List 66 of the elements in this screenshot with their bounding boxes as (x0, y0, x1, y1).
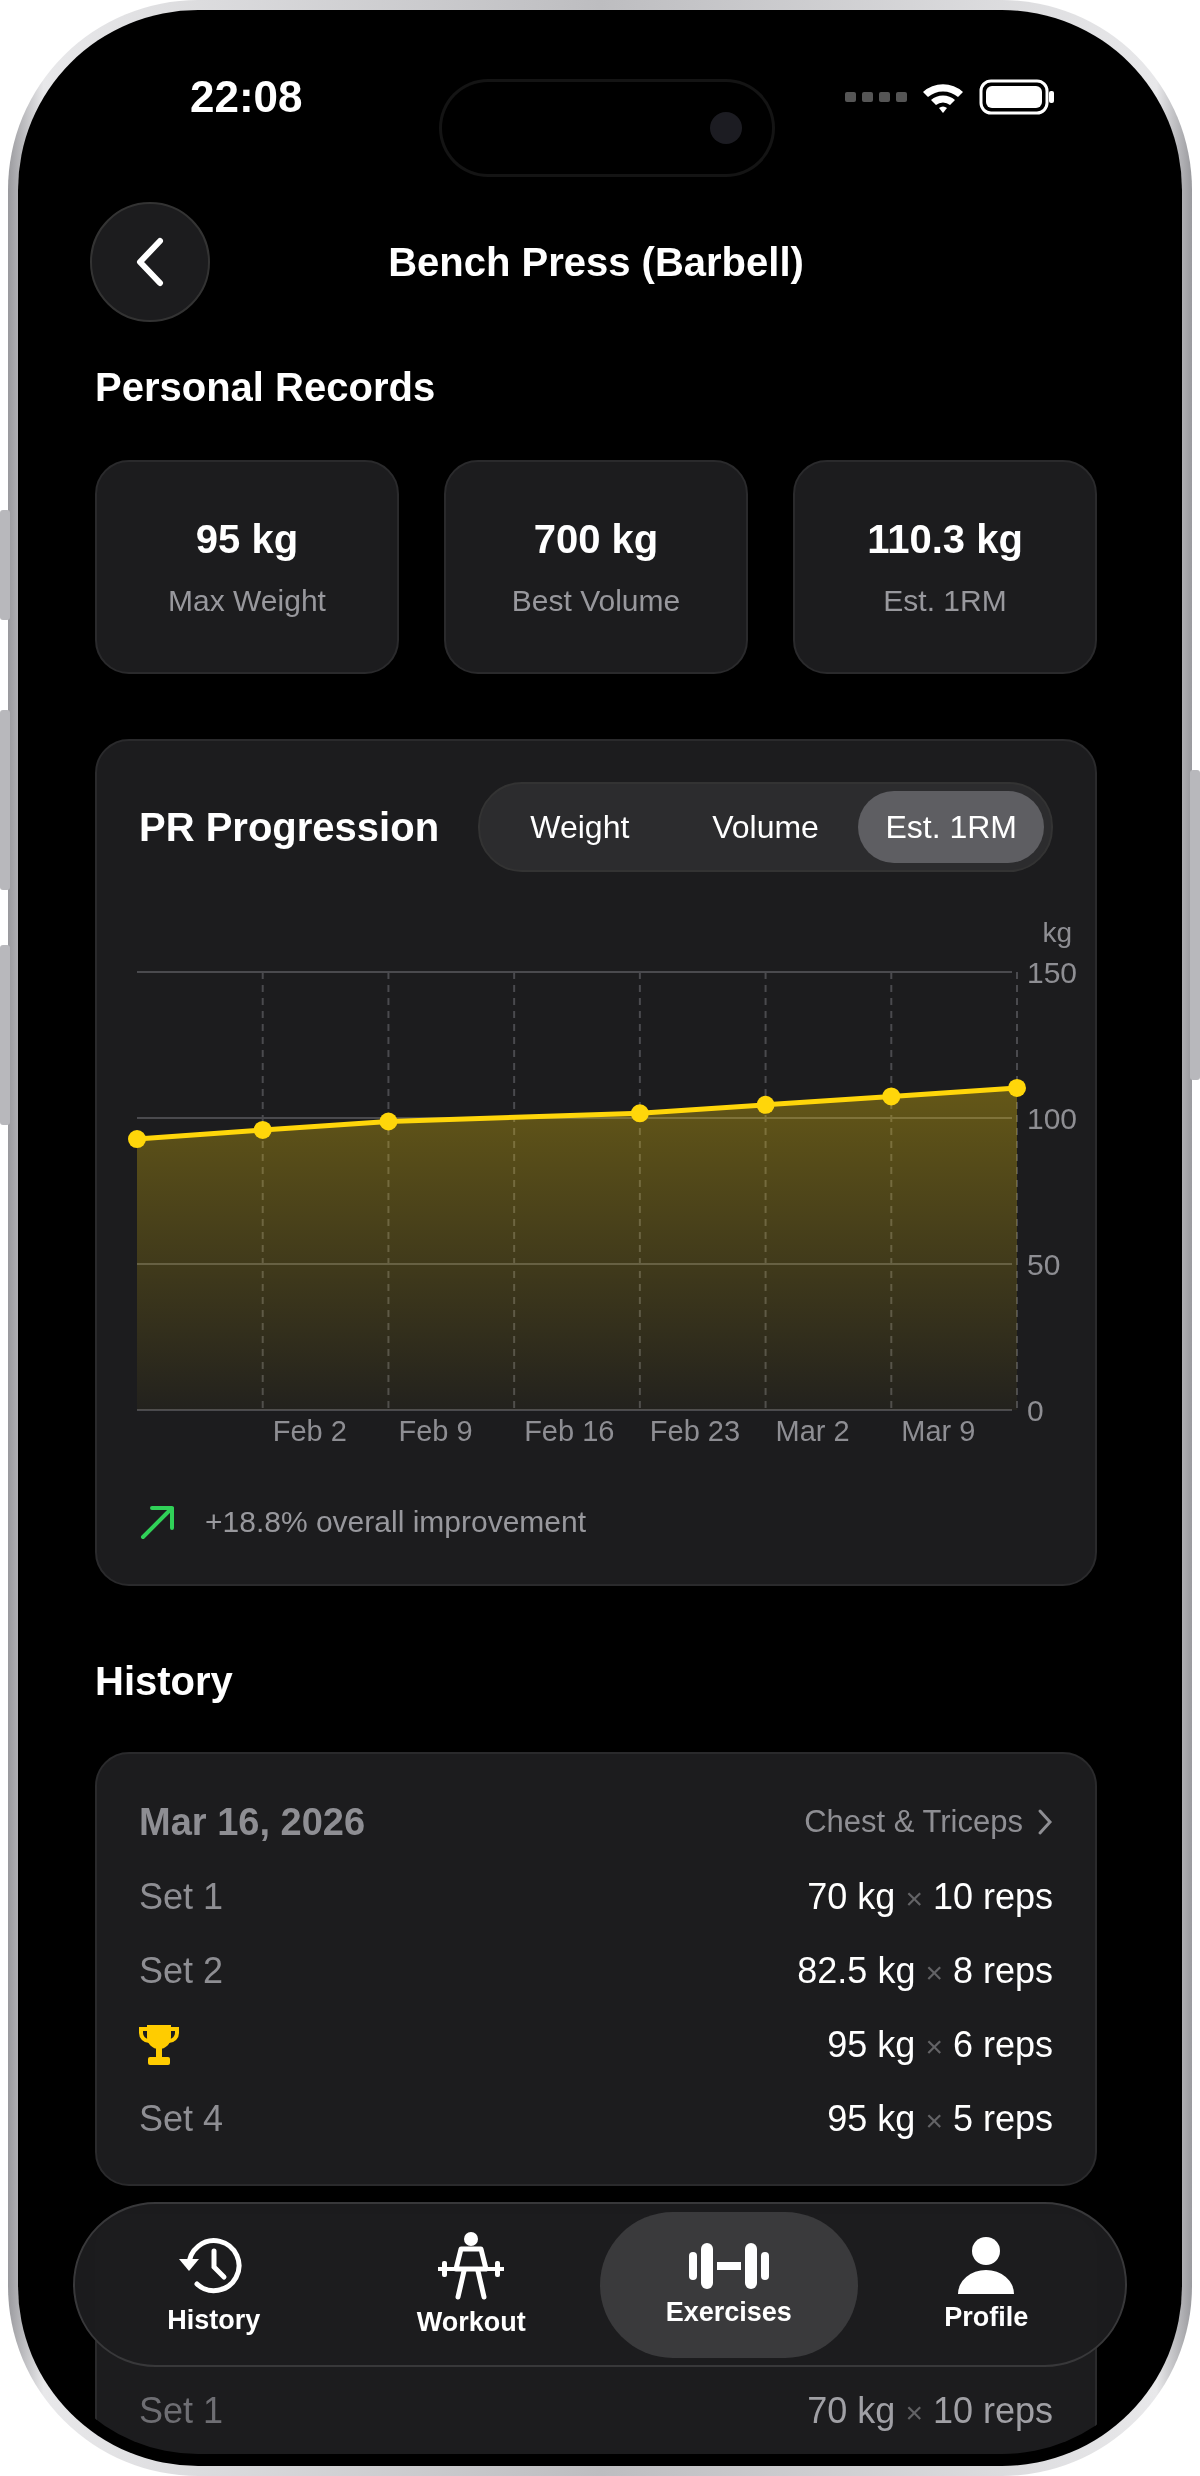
screen-title: Bench Press (Barbell) (388, 239, 804, 285)
record-value: 110.3 kg (867, 516, 1023, 562)
data-point (756, 1095, 775, 1114)
chart-title: PR Progression (139, 804, 440, 850)
tab-bar-item[interactable]: Profile (857, 2211, 1115, 2358)
arrow-up-right-icon (139, 1503, 177, 1541)
segment-tab[interactable]: Weight (487, 791, 673, 863)
x-tick-label: Feb 9 (398, 1415, 473, 1447)
multiply-sign: × (905, 2396, 923, 2430)
data-point (379, 1112, 398, 1131)
set-label: Set 1 (139, 2390, 224, 2432)
set-reps: 10 reps (932, 1876, 1053, 1918)
dumbbell-icon (688, 2241, 769, 2291)
tab-bar-item[interactable]: History (85, 2211, 343, 2358)
set-reps: 10 reps (932, 2390, 1053, 2432)
y-tick-label: 0 (1027, 1394, 1044, 1427)
y-tick-label: 50 (1027, 1248, 1061, 1281)
set-weight: 70 kg (807, 1876, 896, 1918)
data-point (630, 1104, 649, 1123)
segment-tab[interactable]: Est. 1RM (858, 791, 1044, 863)
set-weight: 82.5 kg (797, 1950, 916, 1992)
section-title: History (95, 1658, 234, 1705)
record-label: Est. 1RM (883, 583, 1007, 618)
record-value: 700 kg (533, 516, 659, 562)
data-point (253, 1120, 272, 1139)
chevron-right-icon (1037, 1808, 1053, 1836)
trophy-icon (139, 2023, 179, 2067)
data-point (128, 1130, 146, 1148)
set-label: Set 1 (139, 1876, 224, 1918)
x-tick-label: Mar 9 (901, 1415, 976, 1447)
signal-icon (845, 91, 907, 103)
multiply-sign: × (925, 2104, 943, 2138)
segment-tab[interactable]: Volume (672, 791, 859, 863)
multiply-sign: × (925, 1956, 943, 1990)
multiply-sign: × (925, 2030, 943, 2064)
set-weight: 95 kg (827, 2098, 916, 2140)
set-reps: 5 reps (952, 2098, 1053, 2140)
set-weight: 95 kg (827, 2024, 916, 2066)
y-tick-label: 150 (1027, 956, 1078, 989)
workout-link[interactable]: Chest & Triceps (804, 1804, 1053, 1840)
person-icon (956, 2236, 1017, 2296)
multiply-sign: × (905, 1882, 923, 1916)
x-tick-label: Feb 2 (272, 1415, 347, 1447)
set-reps: 6 reps (952, 2024, 1053, 2066)
data-point (1008, 1078, 1026, 1097)
session-date: Mar 16, 2026 (139, 1800, 366, 1844)
y-axis-unit: kg (1042, 917, 1072, 948)
battery-icon (979, 79, 1055, 115)
improvement-text: +18.8% overall improvement (205, 1505, 587, 1539)
set-reps: 8 reps (952, 1950, 1053, 1992)
chevron-left-icon (135, 237, 165, 287)
tab-bar-item[interactable]: Workout (342, 2211, 600, 2358)
set-label: Set 4 (139, 2098, 224, 2140)
section-title: Personal Records (95, 364, 437, 411)
data-point (882, 1087, 901, 1106)
record-label: Best Volume (511, 583, 681, 618)
status-time: 22:08 (190, 72, 303, 122)
tab-bar-item[interactable]: Exercises (600, 2211, 858, 2358)
x-tick-label: Mar 2 (775, 1415, 850, 1447)
record-value: 95 kg (195, 516, 299, 562)
record-label: Max Weight (168, 583, 326, 618)
x-tick-label: Feb 23 (649, 1415, 741, 1447)
set-weight: 70 kg (807, 2390, 896, 2432)
set-label: Set 2 (139, 1950, 224, 1992)
y-tick-label: 100 (1027, 1102, 1078, 1135)
x-tick-label: Feb 16 (524, 1415, 615, 1447)
